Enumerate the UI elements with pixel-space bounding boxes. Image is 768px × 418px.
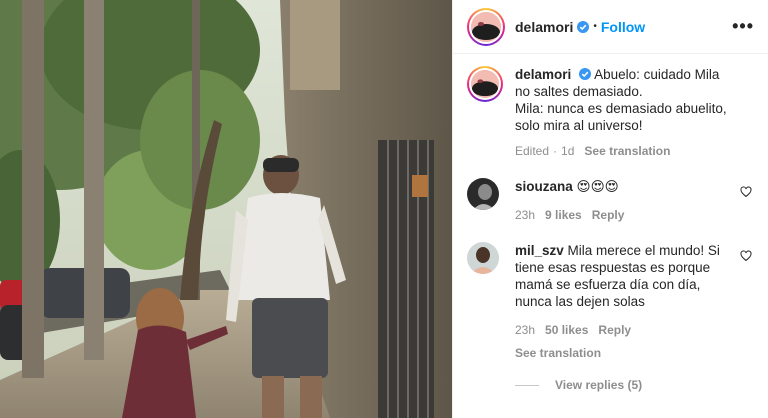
comment-age: 23h: [515, 323, 536, 337]
follow-button[interactable]: Follow: [601, 19, 645, 35]
post-side-panel: delamori • Follow ••• delamori Abuelo: c…: [452, 0, 768, 418]
caption-username[interactable]: delamori: [515, 67, 571, 82]
comment-row: siouzana 😍😍😍 23h 9 likes Reply: [467, 178, 754, 224]
comments-list: delamori Abuelo: cuidado Mila no saltes …: [453, 54, 768, 392]
comment-reply-button[interactable]: Reply: [592, 207, 625, 224]
comment-likes-count[interactable]: 50 likes: [545, 322, 588, 339]
caption-edited-label: Edited: [515, 144, 550, 158]
view-replies-label: View replies (5): [555, 378, 643, 392]
author-username[interactable]: delamori: [515, 19, 573, 35]
heart-outline-icon[interactable]: [740, 250, 752, 262]
comment-age: 23h: [515, 208, 536, 222]
commenter-avatar[interactable]: [467, 178, 499, 210]
comment-text: 😍😍😍: [576, 179, 619, 194]
comment-username[interactable]: siouzana: [515, 179, 573, 194]
caption-row: delamori Abuelo: cuidado Mila no saltes …: [467, 66, 754, 160]
caption-avatar: [471, 70, 499, 98]
post-header: delamori • Follow •••: [453, 0, 768, 54]
caption-meta-dot: ·: [553, 144, 558, 158]
comment-row: mil_szv Mila merece el mundo! Si tiene e…: [467, 242, 754, 362]
separator-dot: •: [593, 21, 597, 32]
comment-likes-count[interactable]: 9 likes: [545, 207, 582, 224]
replies-divider-line: [515, 384, 539, 386]
comment-reply-button[interactable]: Reply: [598, 322, 631, 339]
comment-username[interactable]: mil_szv: [515, 243, 564, 258]
verified-badge-icon: [577, 20, 590, 33]
author-avatar: [471, 11, 501, 42]
heart-outline-icon[interactable]: [740, 186, 752, 198]
verified-badge-icon: [579, 68, 592, 80]
caption-avatar-ring[interactable]: [467, 66, 503, 102]
caption-see-translation-button[interactable]: See translation: [584, 143, 670, 160]
view-replies-button[interactable]: View replies (5): [515, 378, 754, 392]
street-scene-image: [0, 0, 452, 418]
caption-age: 1d: [561, 144, 575, 158]
more-options-icon[interactable]: •••: [732, 16, 754, 37]
post-photo[interactable]: [0, 0, 452, 418]
author-avatar-story-ring[interactable]: [467, 7, 505, 46]
caption-text-line2: Mila: nunca es demasiado abuelito, solo …: [515, 101, 727, 133]
comment-see-translation-button[interactable]: See translation: [515, 345, 737, 362]
commenter-avatar[interactable]: [467, 242, 499, 274]
